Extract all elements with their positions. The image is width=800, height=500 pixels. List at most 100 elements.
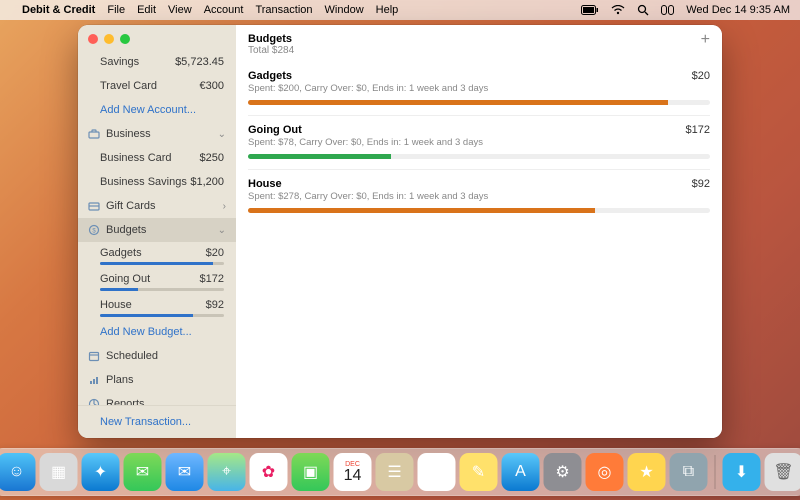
sidebar-group-budgets[interactable]: $ Budgets ⌄ [78,218,236,242]
item-label: Plans [106,374,226,386]
chevron-down-icon: ⌄ [218,129,226,140]
account-balance: $250 [200,152,224,164]
search-icon[interactable] [637,4,649,16]
dock-app-photos[interactable]: ✿ [250,453,288,491]
dock-app-calendar[interactable]: DEC14 [334,453,372,491]
budget-amount: $172 [200,273,224,285]
dock-app-settings[interactable]: ⚙ [544,453,582,491]
budget-progress-bar [248,208,710,213]
main-header: Budgets Total $284 + [236,25,722,62]
sidebar-item-scheduled[interactable]: Scheduled [78,344,236,368]
chevron-down-icon: ⌄ [218,225,226,236]
sidebar-item-reports[interactable]: Reports [78,392,236,405]
dock-app-maps[interactable]: ⌖ [208,453,246,491]
calendar-day: 14 [344,468,362,484]
dock-downloads[interactable]: ⬇ [723,453,761,491]
dock-app-facetime[interactable]: ▣ [292,453,330,491]
menu-edit[interactable]: Edit [137,4,156,16]
account-name: Savings [100,56,139,68]
budget-remaining: $92 [692,178,710,190]
briefcase-icon [88,128,100,140]
reports-icon [88,398,100,405]
budget-name: House [100,299,132,311]
group-label: Gift Cards [106,200,217,212]
dock-app-contacts[interactable]: ☰ [376,453,414,491]
budget-name: House [248,178,488,190]
group-label: Budgets [106,224,212,236]
account-name: Business Savings [100,176,187,188]
sidebar-budget-item[interactable]: Going Out $172 [78,268,236,294]
control-center-icon[interactable] [661,5,674,15]
close-button[interactable] [88,34,98,44]
budget-progress-bar [100,314,224,317]
dock-app-safari[interactable]: ✦ [82,453,120,491]
budget-progress-bar [100,288,224,291]
dock-app-finder[interactable]: ☺ [0,453,36,491]
account-row-travel-card[interactable]: Travel Card €300 [78,74,236,98]
plans-icon [88,374,100,386]
app-window: Savings $5,723.45 Travel Card €300 Add N… [78,25,722,438]
budget-row[interactable]: GadgetsSpent: $200, Carry Over: $0, Ends… [248,62,710,115]
add-budget-button[interactable]: + [701,33,710,47]
account-row-savings[interactable]: Savings $5,723.45 [78,50,236,74]
account-balance: $1,200 [190,176,224,188]
budget-name: Going Out [100,273,150,285]
budget-amount: $92 [206,299,224,311]
budget-row[interactable]: HouseSpent: $278, Carry Over: $0, Ends i… [248,169,710,223]
budget-name: Gadgets [100,247,142,259]
budget-detail: Spent: $78, Carry Over: $0, Ends in: 1 w… [248,137,483,148]
budget-name: Gadgets [248,70,488,82]
budget-detail: Spent: $278, Carry Over: $0, Ends in: 1 … [248,191,488,202]
dock-app-reminders[interactable]: ☑ [418,453,456,491]
chevron-right-icon: › [223,201,226,212]
menu-view[interactable]: View [168,4,192,16]
gift-card-icon [88,200,100,212]
dock-app-mail[interactable]: ✉ [166,453,204,491]
calendar-icon [88,350,100,362]
menubar-datetime[interactable]: Wed Dec 14 9:35 AM [686,4,790,16]
sidebar-budget-item[interactable]: House $92 [78,294,236,320]
dock-app-app1[interactable]: ◎ [586,453,624,491]
budget-icon: $ [88,224,100,236]
menu-window[interactable]: Window [325,4,364,16]
account-row-business-savings[interactable]: Business Savings $1,200 [78,170,236,194]
sidebar-item-plans[interactable]: Plans [78,368,236,392]
menu-account[interactable]: Account [204,4,244,16]
sidebar: Savings $5,723.45 Travel Card €300 Add N… [78,25,236,438]
item-label: Reports [106,398,226,405]
minimize-button[interactable] [104,34,114,44]
main-subtitle: Total $284 [248,45,294,56]
dock-app-app2[interactable]: ★ [628,453,666,491]
budget-detail: Spent: $200, Carry Over: $0, Ends in: 1 … [248,83,488,94]
dock-divider [715,455,716,489]
wifi-icon[interactable] [611,5,625,15]
item-label: Scheduled [106,350,226,362]
menu-file[interactable]: File [107,4,125,16]
main-title: Budgets [248,33,294,45]
budget-progress-bar [248,154,710,159]
maximize-button[interactable] [120,34,130,44]
menu-transaction[interactable]: Transaction [255,4,312,16]
menu-help[interactable]: Help [376,4,399,16]
dock-app-launchpad[interactable]: ▦ [40,453,78,491]
battery-icon[interactable] [581,5,599,15]
sidebar-group-business[interactable]: Business ⌄ [78,122,236,146]
sidebar-group-gift-cards[interactable]: Gift Cards › [78,194,236,218]
account-row-business-card[interactable]: Business Card $250 [78,146,236,170]
account-balance: $5,723.45 [175,56,224,68]
dock-trash[interactable]: 🗑 [765,453,800,491]
dock: ☺▦✦✉✉⌖✿▣DEC14☰☑✎A⚙◎★⧉⬇🗑 [0,448,800,496]
new-transaction-link[interactable]: New Transaction... [78,405,236,438]
dock-app-notes[interactable]: ✎ [460,453,498,491]
budget-list: GadgetsSpent: $200, Carry Over: $0, Ends… [236,62,722,223]
sidebar-budget-item[interactable]: Gadgets$20 [78,242,236,268]
add-new-account-link[interactable]: Add New Account... [78,98,236,122]
budget-row[interactable]: Going OutSpent: $78, Carry Over: $0, End… [248,115,710,169]
dock-app-messages[interactable]: ✉ [124,453,162,491]
dock-app-appstore[interactable]: A [502,453,540,491]
dock-app-app3[interactable]: ⧉ [670,453,708,491]
window-controls [78,25,236,50]
menubar-app-name[interactable]: Debit & Credit [22,4,95,16]
account-balance: €300 [200,80,224,92]
add-new-budget-link[interactable]: Add New Budget... [78,320,236,344]
